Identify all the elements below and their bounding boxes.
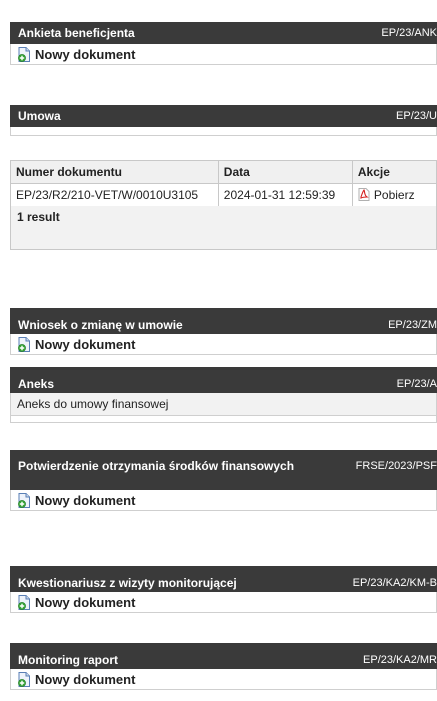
document-add-icon: [17, 47, 31, 62]
new-document-button[interactable]: Nowy dokument: [10, 44, 437, 65]
download-label: Pobierz: [373, 188, 415, 202]
cell-actions: Pobierz: [351, 183, 437, 206]
table-header-row: Numer dokumentu Data Akcje: [10, 160, 437, 184]
section-header: Monitoring raport EP/23/KA2/MR: [10, 643, 437, 669]
download-link[interactable]: Pobierz: [358, 188, 415, 202]
document-add-icon: [17, 672, 31, 687]
section-title: Umowa: [18, 109, 61, 123]
section-header: Aneks EP/23/A: [10, 367, 437, 393]
section-aneks: Aneks EP/23/A Aneks do umowy finansowej: [10, 367, 437, 423]
column-header-number: Numer dokumentu: [10, 160, 219, 184]
section-header: Wniosek o zmianę w umowie EP/23/ZM: [10, 308, 437, 334]
section-wniosek: Wniosek o zmianę w umowie EP/23/ZM Nowy …: [10, 308, 437, 355]
pdf-icon: [358, 188, 370, 201]
cell-document-number: EP/23/R2/210-VET/W/0010U3105: [10, 183, 219, 206]
section-title: Kwestionariusz z wizyty monitorującej: [18, 576, 237, 590]
new-document-label: Nowy dokument: [35, 594, 136, 610]
section-title: Aneks: [18, 377, 55, 391]
aneks-document-label: Aneks do umowy finansowej: [17, 397, 169, 411]
section-body: [10, 416, 437, 423]
section-potwierdzenie: Potwierdzenie otrzymania środków finanso…: [10, 450, 437, 511]
new-document-label: Nowy dokument: [35, 336, 136, 352]
column-header-date: Data: [217, 160, 353, 184]
cell-document-date: 2024-01-31 12:59:39: [217, 183, 353, 206]
new-document-button[interactable]: Nowy dokument: [10, 592, 437, 613]
aneks-document-row[interactable]: Aneks do umowy finansowej: [10, 393, 437, 416]
section-code: EP/23/KA2/KM-B: [352, 577, 437, 589]
document-add-icon: [17, 493, 31, 508]
section-header: Ankieta beneficjenta EP/23/ANK: [10, 22, 437, 44]
new-document-label: Nowy dokument: [35, 46, 136, 62]
section-code: EP/23/U: [396, 110, 437, 122]
new-document-button[interactable]: Nowy dokument: [10, 334, 437, 355]
document-add-icon: [17, 337, 31, 352]
section-body: [10, 127, 437, 136]
new-document-button[interactable]: Nowy dokument: [10, 669, 437, 690]
section-title: Ankieta beneficjenta: [18, 26, 135, 40]
documents-table-wrapper: Numer dokumentu Data Akcje EP/23/R2/210-…: [10, 160, 437, 206]
documents-table: Numer dokumentu Data Akcje EP/23/R2/210-…: [10, 160, 437, 206]
section-title: Monitoring raport: [18, 653, 118, 667]
section-code: EP/23/ZM: [388, 319, 437, 331]
section-header: Kwestionariusz z wizyty monitorującej EP…: [10, 566, 437, 592]
new-document-button[interactable]: Nowy dokument: [10, 490, 437, 511]
section-code: EP/23/KA2/MR: [363, 654, 437, 666]
section-code: EP/23/A: [396, 378, 437, 390]
result-count: 1 result: [17, 210, 60, 224]
section-title: Wniosek o zmianę w umowie: [18, 318, 183, 332]
table-footer: 1 result: [10, 206, 437, 250]
section-header: Umowa EP/23/U: [10, 105, 437, 127]
new-document-label: Nowy dokument: [35, 671, 136, 687]
table-row: EP/23/R2/210-VET/W/0010U3105 2024-01-31 …: [10, 183, 437, 206]
section-code: FRSE/2023/PSF: [355, 460, 437, 472]
section-title: Potwierdzenie otrzymania środków finanso…: [18, 459, 295, 473]
section-umowa: Umowa EP/23/U: [10, 105, 437, 136]
column-header-actions: Akcje: [351, 160, 437, 184]
section-code: EP/23/ANK: [381, 27, 437, 39]
new-document-label: Nowy dokument: [35, 492, 136, 508]
section-kwestionariusz: Kwestionariusz z wizyty monitorującej EP…: [10, 566, 437, 613]
section-header: Potwierdzenie otrzymania środków finanso…: [10, 450, 437, 490]
document-add-icon: [17, 595, 31, 610]
section-monitoring: Monitoring raport EP/23/KA2/MR Nowy doku…: [10, 643, 437, 690]
section-ankieta: Ankieta beneficjenta EP/23/ANK Nowy doku…: [10, 22, 437, 65]
